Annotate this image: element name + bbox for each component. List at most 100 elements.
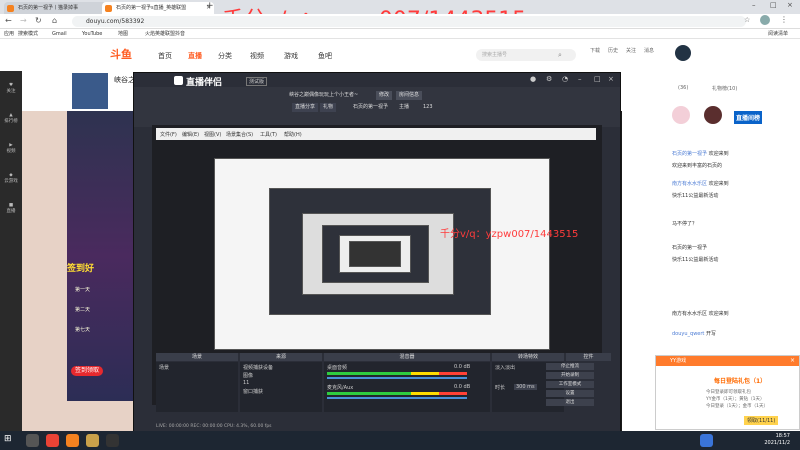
promo-title: 签到好	[67, 264, 95, 274]
left-nav-live[interactable]: ■ 直播	[0, 203, 22, 214]
source-item[interactable]: 视频捕获设备	[243, 364, 273, 371]
bookmark-youtube[interactable]: YouTube	[82, 30, 102, 38]
taskbar-search-icon[interactable]	[26, 434, 39, 447]
mixer-mic-label: 麦克风/Aux	[327, 385, 354, 391]
maximize-icon[interactable]: □	[594, 75, 601, 83]
new-tab-icon[interactable]: +	[206, 1, 214, 11]
bell-icon[interactable]: ◔	[562, 75, 568, 83]
menu-edit[interactable]: 编辑(E)	[182, 131, 199, 138]
clock[interactable]: 18:57 2021/11/2	[764, 433, 790, 447]
nav-video[interactable]: 视频	[250, 51, 264, 61]
user-avatar[interactable]	[675, 45, 691, 61]
popup-line: 今日登录即可领取礼包	[706, 390, 751, 395]
left-nav-follow[interactable]: ♥ 关注	[0, 83, 22, 94]
browser-tab[interactable]: 石页的第一视予丨猫录掉事 ×	[4, 2, 113, 14]
duration-input[interactable]: 300 ms	[514, 384, 537, 390]
source-item[interactable]: 11	[243, 380, 249, 386]
minimize-icon[interactable]: –	[578, 75, 582, 83]
obs-taskbar-icon[interactable]	[106, 434, 119, 447]
close-window-icon[interactable]: ×	[787, 1, 793, 9]
left-nav-rank[interactable]: ▲ 排行榜	[0, 113, 22, 124]
desktop-volume-slider[interactable]	[327, 377, 467, 379]
mic-volume-slider[interactable]	[327, 397, 467, 399]
source-item[interactable]: 窗口捕获	[243, 388, 263, 395]
minimize-icon[interactable]: –	[752, 1, 756, 9]
left-nav-video[interactable]: ▶ 视频	[0, 143, 22, 154]
header-message[interactable]: 消息	[644, 47, 654, 54]
forward-icon[interactable]: →	[20, 16, 27, 25]
edit-room-button[interactable]: 修改	[376, 91, 393, 100]
header-follow[interactable]: 关注	[626, 47, 636, 54]
claim-signin-button[interactable]: 签到领取	[71, 366, 104, 376]
start-recording-button[interactable]: 开始录制	[546, 372, 594, 379]
start-icon[interactable]: ⊞	[4, 434, 17, 447]
menu-icon[interactable]: ⋮	[780, 15, 788, 24]
gift-rank[interactable]: 礼物榜(10)	[712, 85, 737, 92]
tray-icon[interactable]	[700, 434, 713, 447]
menu-file[interactable]: 文件(F)	[160, 131, 177, 138]
bookmark-lol[interactable]: 火焰英雄联盟抖音	[145, 30, 185, 38]
menu-view[interactable]: 视图(V)	[204, 131, 221, 138]
header-download[interactable]: 下载	[590, 47, 600, 54]
studio-mode-button[interactable]: 工作室模式	[546, 381, 594, 388]
chat-message: 快乐11公益最新活动	[672, 193, 719, 199]
source-item[interactable]: 图像	[243, 372, 253, 379]
header-history[interactable]: 历史	[608, 47, 618, 54]
scene-item[interactable]: 场景	[159, 364, 169, 371]
claim-button[interactable]: 领取(11/11)	[744, 416, 779, 425]
nav-games[interactable]: 游戏	[284, 51, 298, 61]
exit-button[interactable]: 退出	[546, 399, 594, 406]
browser-tab-active[interactable]: 石页的第一视予s直播_英雄联盟 ×	[102, 2, 214, 14]
captured-screen-level6	[349, 241, 401, 267]
bookmarks-bar: 应用 搜索模式 Gmail YouTube 地图 火焰英雄联盟抖音 阅读清单	[0, 29, 800, 39]
live-share-button[interactable]: 直播分享	[292, 103, 319, 112]
nav-live[interactable]: 直播	[188, 51, 202, 61]
site-logo[interactable]: 斗鱼	[110, 46, 132, 62]
menu-scene-collection[interactable]: 场景集合(S)	[226, 131, 253, 138]
mixer-mic-level: 0.0 dB	[454, 384, 471, 390]
bookmark-apps[interactable]: 应用	[4, 30, 14, 38]
lol-icon[interactable]	[86, 434, 99, 447]
douyu-icon[interactable]	[66, 434, 79, 447]
stop-streaming-button[interactable]: 停止推流	[546, 363, 594, 370]
douyu-favicon-icon	[105, 5, 112, 12]
menu-help[interactable]: 帮助(H)	[284, 131, 302, 138]
gift-button[interactable]: 礼物	[320, 103, 337, 112]
rank-avatar-1[interactable]	[672, 106, 690, 124]
nav-home[interactable]: 首页	[158, 51, 172, 61]
back-icon[interactable]: ←	[5, 16, 12, 25]
obs-window: 直播伴侣 测试版 ● ⚙ ◔ – □ × 峡谷之巅偶像玩玩上个小王者~ 修改 房…	[133, 72, 621, 432]
left-nav-cloudgame[interactable]: ◆ 云游戏	[0, 173, 22, 184]
room-info-button[interactable]: 房间信息	[396, 91, 423, 100]
chat-list: 石页的第一视予 欢迎来到 欢迎来到丰富的石页的 南方有水水乐区 欢迎来到 快乐1…	[672, 150, 797, 350]
promo-day2: 第二天	[75, 307, 91, 313]
transition-type[interactable]: 淡入淡出	[495, 364, 515, 371]
chrome-icon[interactable]	[46, 434, 59, 447]
avatar[interactable]	[760, 15, 770, 25]
chat-message: 马不停了？	[672, 221, 698, 227]
reload-icon[interactable]: ↻	[35, 16, 42, 25]
search-icon[interactable]: ⌕	[558, 51, 562, 60]
promo-banner[interactable]: 签到好 第一天 第二天 第七天 签到领取	[67, 111, 134, 401]
rank-count[interactable]: (36)	[678, 85, 688, 91]
streamer-avatar[interactable]	[72, 73, 108, 109]
bookmark-search-mode[interactable]: 搜索模式	[18, 30, 38, 38]
bookmark-gmail[interactable]: Gmail	[52, 30, 67, 38]
nav-fishbar[interactable]: 鱼吧	[318, 51, 332, 61]
popup-close-icon[interactable]: ×	[790, 357, 795, 364]
viewer-count: 123	[423, 104, 433, 110]
user-icon[interactable]: ●	[530, 75, 536, 83]
bookmark-maps[interactable]: 地图	[118, 30, 128, 38]
reading-list[interactable]: 阅读清单	[768, 30, 788, 38]
rank-avatar-2[interactable]	[704, 106, 722, 124]
menu-tools[interactable]: 工具(T)	[260, 131, 277, 138]
home-icon[interactable]: ⌂	[52, 16, 57, 25]
gift-popup: YY游戏 × 每日登陆礼包（1） 今日登录即可领取礼包 YY金币（1天）；黄钻（…	[655, 355, 800, 430]
settings-button[interactable]: 设置	[546, 390, 594, 397]
close-icon[interactable]: ×	[608, 75, 614, 83]
url-field[interactable]: douyu.com/583392	[72, 16, 746, 27]
maximize-icon[interactable]: □	[770, 1, 777, 9]
nav-category[interactable]: 分类	[218, 51, 232, 61]
settings-icon[interactable]: ⚙	[546, 75, 552, 83]
star-icon[interactable]: ☆	[744, 16, 750, 24]
